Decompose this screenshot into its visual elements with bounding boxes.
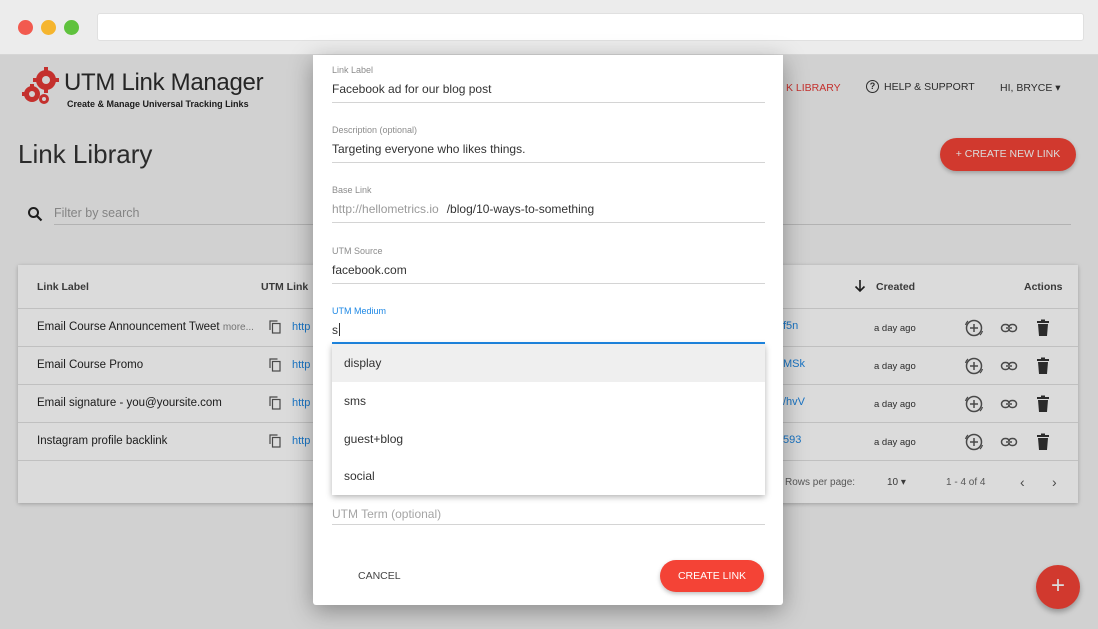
browser-chrome [0, 0, 1098, 55]
text-cursor [339, 323, 340, 336]
suggestion-option[interactable]: social [332, 457, 765, 495]
suggestion-option[interactable]: display [332, 344, 765, 382]
close-window-button[interactable] [18, 20, 33, 35]
utm-term-input[interactable]: UTM Term (optional) [332, 507, 765, 525]
suggestion-option[interactable]: sms [332, 382, 765, 420]
create-link-button[interactable]: CREATE LINK [660, 560, 764, 592]
utm-medium-value: s [332, 323, 338, 337]
link-label-field-label: Link Label [332, 65, 374, 75]
description-field-label: Description (optional) [332, 125, 418, 135]
utm-medium-suggestions: display sms guest+blog social [332, 344, 765, 495]
utm-medium-field-label: UTM Medium [332, 306, 387, 316]
maximize-window-button[interactable] [64, 20, 79, 35]
cancel-button[interactable]: CANCEL [358, 570, 401, 582]
address-bar[interactable] [97, 13, 1084, 41]
link-label-input[interactable]: Facebook ad for our blog post [332, 82, 765, 103]
utm-source-field-label: UTM Source [332, 246, 383, 256]
base-link-path: /blog/10-ways-to-something [446, 202, 595, 216]
utm-source-field[interactable]: UTM Source facebook.com [332, 246, 765, 284]
base-link-field[interactable]: Base Link http://hellometrics.io/blog/10… [332, 185, 765, 223]
description-field[interactable]: Description (optional) Targeting everyon… [332, 125, 765, 163]
utm-medium-field[interactable]: UTM Medium s [332, 306, 765, 344]
base-link-field-label: Base Link [332, 185, 372, 195]
suggestion-option[interactable]: guest+blog [332, 420, 765, 458]
utm-medium-input[interactable]: s [332, 323, 765, 344]
create-link-dialog: Link Label Facebook ad for our blog post… [313, 55, 783, 605]
utm-source-input[interactable]: facebook.com [332, 263, 765, 284]
minimize-window-button[interactable] [41, 20, 56, 35]
link-label-field[interactable]: Link Label Facebook ad for our blog post [332, 65, 765, 103]
base-link-input[interactable]: http://hellometrics.io/blog/10-ways-to-s… [332, 202, 765, 223]
description-input[interactable]: Targeting everyone who likes things. [332, 142, 765, 163]
base-link-domain[interactable]: http://hellometrics.io [332, 202, 439, 216]
